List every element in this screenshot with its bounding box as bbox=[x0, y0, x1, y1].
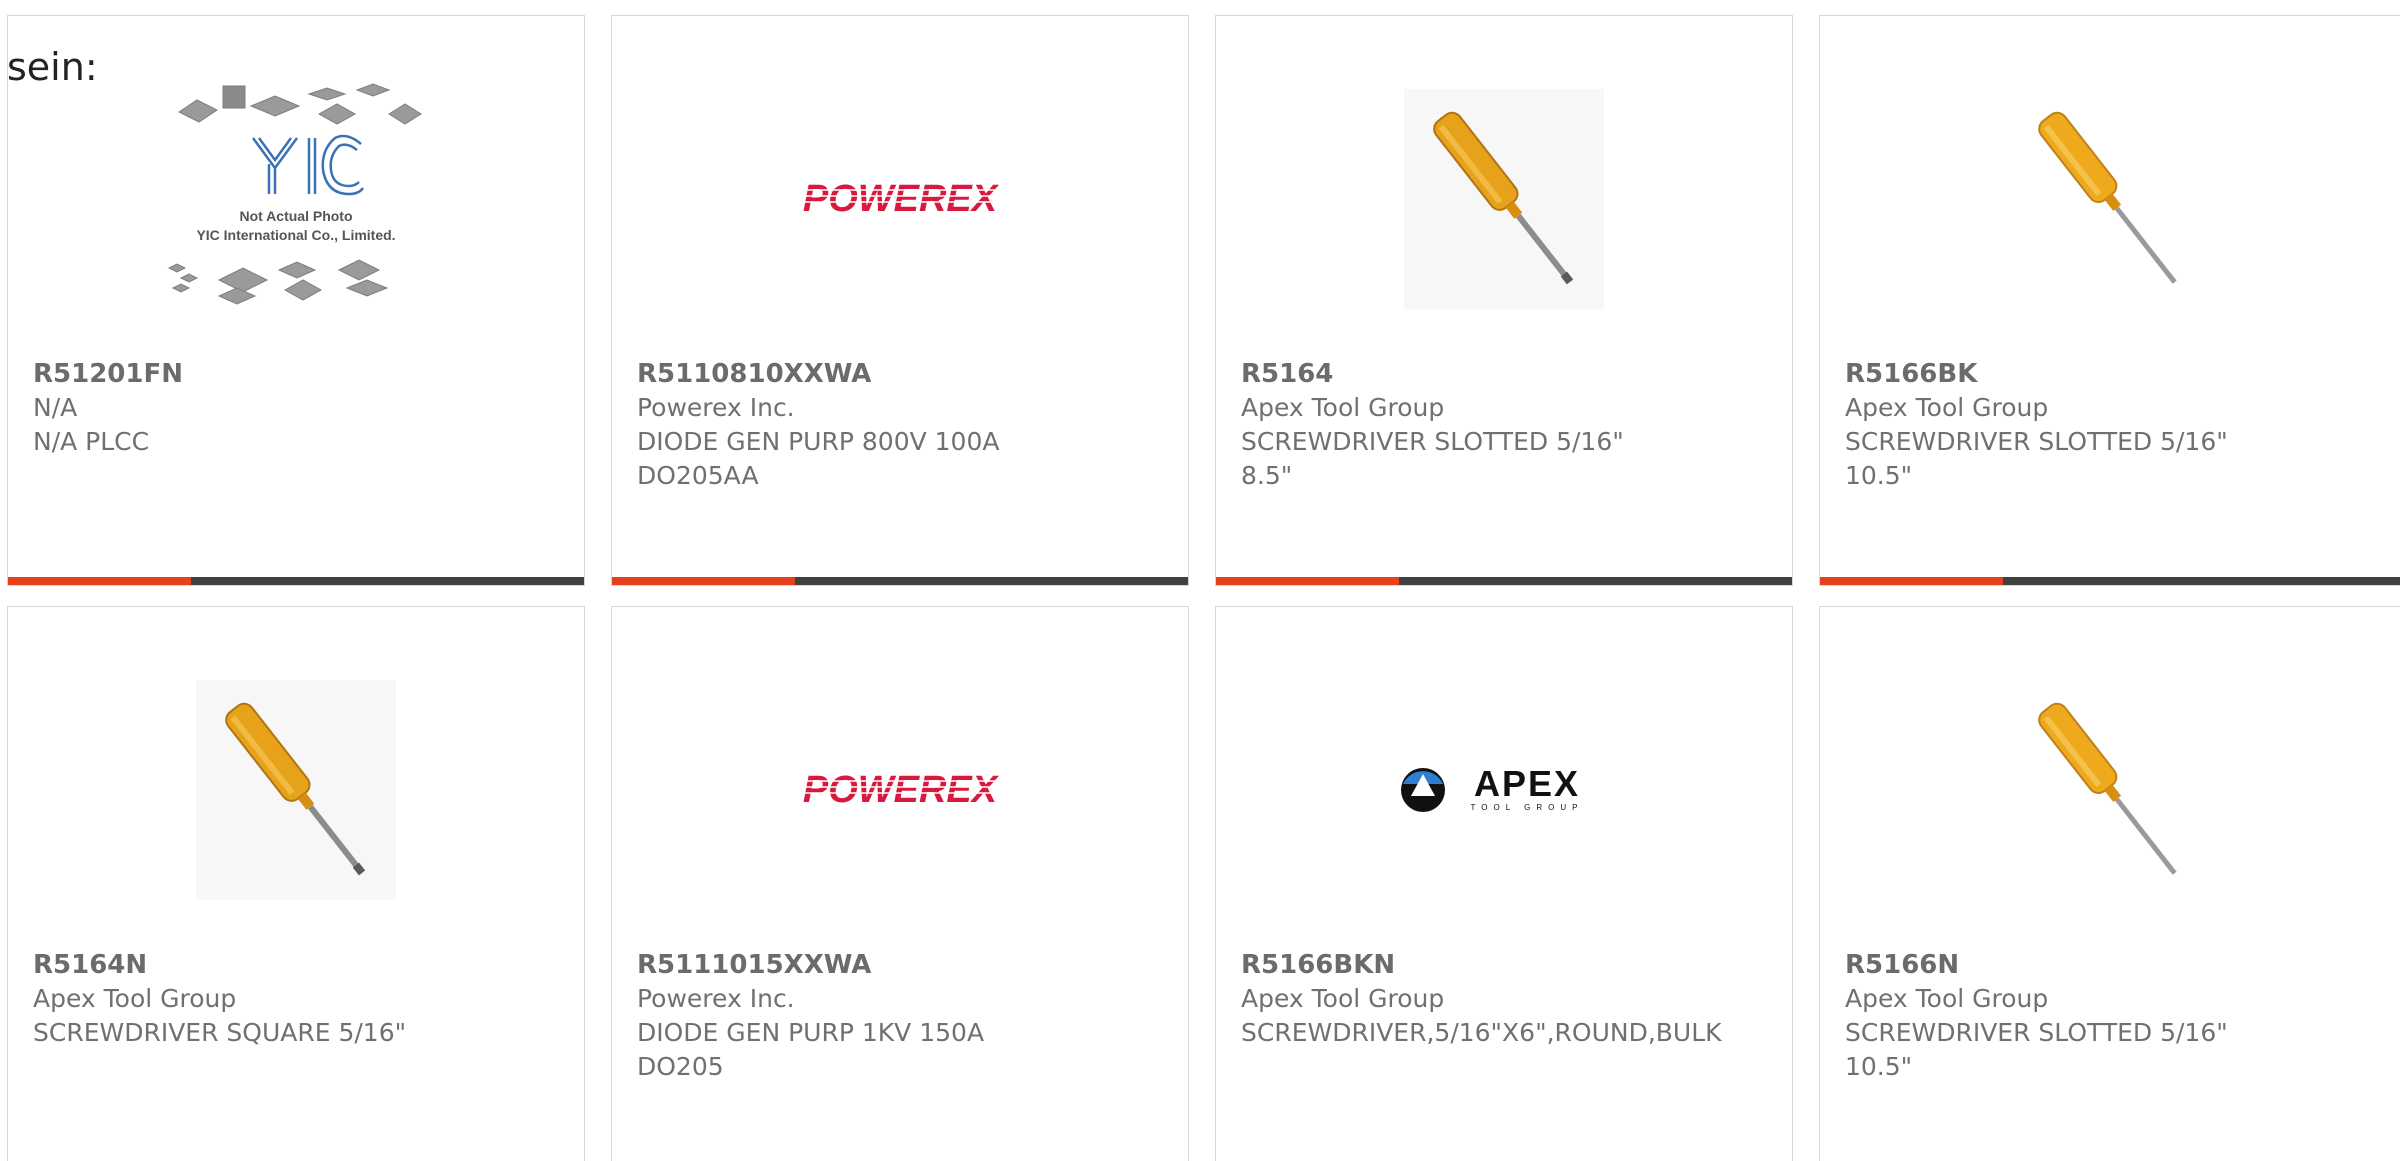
product-card[interactable]: R5164N Apex Tool Group SCREWDRIVER SQUAR… bbox=[7, 606, 585, 1161]
description: DIODE GEN PURP 1KV 150A DO205 bbox=[637, 1018, 985, 1081]
part-number[interactable]: R5164N bbox=[33, 948, 564, 982]
product-card[interactable]: APEX TOOL GROUP R5166BKN Apex Tool Group… bbox=[1215, 606, 1793, 1161]
screwdriver-photo bbox=[2037, 111, 2177, 284]
product-card[interactable]: R5164 Apex Tool Group SCREWDRIVER SLOTTE… bbox=[1215, 15, 1793, 586]
card-progress-bar bbox=[1216, 577, 1792, 585]
product-grid-page: Not Actual Photo YIC International Co., … bbox=[0, 0, 2400, 1161]
apex-logo: APEX TOOL GROUP bbox=[1401, 763, 1584, 812]
powerex-logo-text: POWEREX bbox=[803, 769, 1000, 811]
product-card[interactable]: R5166BK Apex Tool Group SCREWDRIVER SLOT… bbox=[1819, 15, 2400, 586]
manufacturer: Apex Tool Group bbox=[1241, 984, 1445, 1013]
manufacturer: Apex Tool Group bbox=[1845, 984, 2049, 1013]
card-progress-bar bbox=[612, 577, 1188, 585]
manufacturer: Apex Tool Group bbox=[33, 984, 237, 1013]
manufacturer: Apex Tool Group bbox=[1845, 393, 2049, 422]
part-number[interactable]: R5111015XXWA bbox=[637, 948, 1168, 982]
manufacturer: Apex Tool Group bbox=[1241, 393, 1445, 422]
product-image[interactable] bbox=[1820, 74, 2397, 324]
description: SCREWDRIVER SLOTTED 5/16" 10.5" bbox=[1845, 427, 2228, 490]
product-image[interactable]: APEX TOOL GROUP bbox=[1216, 665, 1792, 915]
bar-accent bbox=[1820, 577, 2003, 585]
product-image[interactable] bbox=[1216, 74, 1792, 324]
description: DIODE GEN PURP 800V 100A DO205AA bbox=[637, 427, 1000, 490]
description: SCREWDRIVER SLOTTED 5/16" 8.5" bbox=[1241, 427, 1624, 490]
part-number[interactable]: R5164 bbox=[1241, 357, 1772, 391]
product-image[interactable] bbox=[8, 665, 584, 915]
part-number[interactable]: R5166BK bbox=[1845, 357, 2385, 391]
screwdriver-photo bbox=[196, 680, 396, 900]
bar-rest bbox=[795, 577, 1188, 585]
description: SCREWDRIVER SLOTTED 5/16" 10.5" bbox=[1845, 1018, 2228, 1081]
product-image[interactable]: POWEREX bbox=[612, 74, 1188, 324]
product-image[interactable]: POWEREX bbox=[612, 665, 1188, 915]
bar-rest bbox=[2003, 577, 2400, 585]
screwdriver-photo bbox=[2037, 702, 2177, 875]
description: N/A PLCC bbox=[33, 427, 150, 456]
product-card[interactable]: R5166N Apex Tool Group SCREWDRIVER SLOTT… bbox=[1819, 606, 2400, 1161]
description: SCREWDRIVER SQUARE 5/16" bbox=[33, 1018, 407, 1047]
screwdriver-photo bbox=[1404, 89, 1604, 309]
part-number[interactable]: R5166BKN bbox=[1241, 948, 1772, 982]
bar-rest bbox=[1399, 577, 1792, 585]
part-number[interactable]: R51201FN bbox=[33, 357, 564, 391]
bar-rest bbox=[191, 577, 584, 585]
product-card[interactable]: POWEREX R5111015XXWA Powerex Inc. DIODE … bbox=[611, 606, 1189, 1161]
bar-accent bbox=[1216, 577, 1399, 585]
part-number[interactable]: R5110810XXWA bbox=[637, 357, 1168, 391]
intro-text: sein: bbox=[7, 45, 98, 89]
bar-accent bbox=[612, 577, 795, 585]
manufacturer: Powerex Inc. bbox=[637, 393, 795, 422]
apex-logo-subtext: TOOL GROUP bbox=[1471, 803, 1584, 812]
powerex-logo: POWEREX bbox=[790, 178, 1010, 220]
placeholder-caption-2: YIC International Co., Limited. bbox=[196, 227, 395, 243]
product-card[interactable]: Not Actual Photo YIC International Co., … bbox=[7, 15, 585, 586]
bar-accent bbox=[8, 577, 191, 585]
manufacturer: Powerex Inc. bbox=[637, 984, 795, 1013]
manufacturer: N/A bbox=[33, 393, 78, 422]
description: SCREWDRIVER,5/16"X6",ROUND,BULK bbox=[1241, 1018, 1722, 1047]
powerex-logo: POWEREX bbox=[790, 769, 1010, 811]
product-image[interactable] bbox=[1820, 665, 2397, 915]
product-image[interactable]: Not Actual Photo YIC International Co., … bbox=[8, 74, 584, 324]
yic-placeholder-image: Not Actual Photo YIC International Co., … bbox=[167, 83, 422, 305]
card-progress-bar bbox=[1820, 577, 2400, 585]
apex-logo-text: APEX bbox=[1474, 763, 1580, 804]
card-progress-bar bbox=[8, 577, 584, 585]
powerex-logo-text: POWEREX bbox=[803, 178, 1000, 220]
part-number[interactable]: R5166N bbox=[1845, 948, 2385, 982]
product-card[interactable]: POWEREX R5110810XXWA Powerex Inc. DIODE … bbox=[611, 15, 1189, 586]
placeholder-caption-1: Not Actual Photo bbox=[239, 208, 352, 224]
